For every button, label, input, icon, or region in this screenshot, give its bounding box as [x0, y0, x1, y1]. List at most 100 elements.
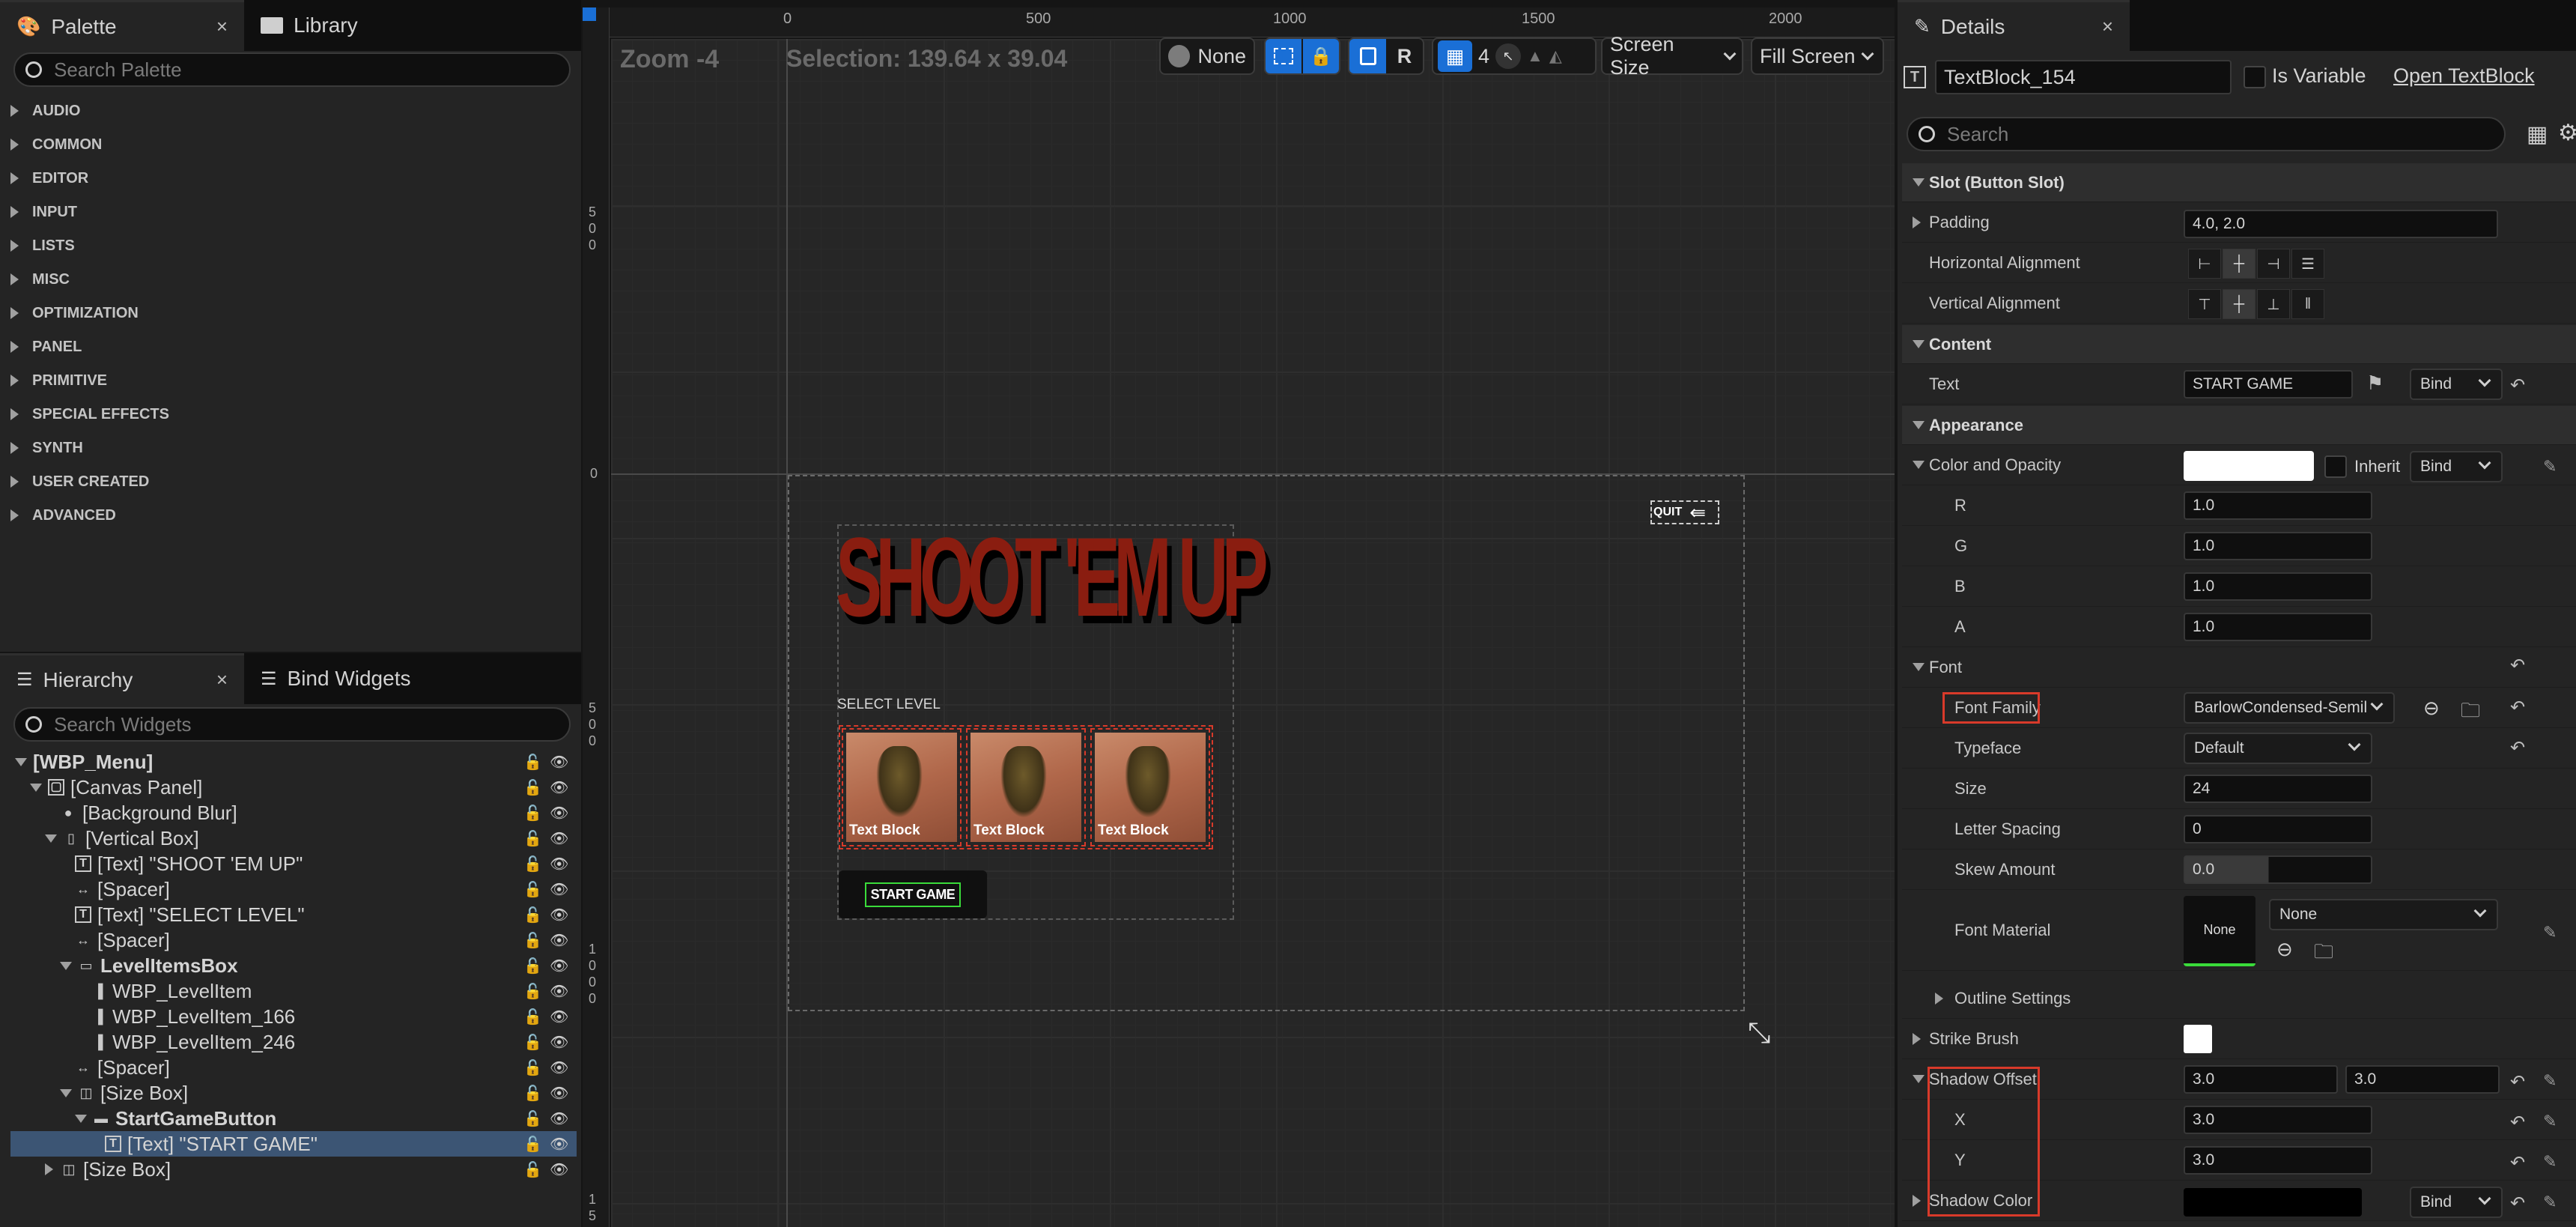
v-align-fill-icon[interactable]: ‖ — [2291, 289, 2324, 319]
row-outline-settings[interactable]: Outline Settings — [1902, 978, 2576, 1019]
revert-icon[interactable]: ↶ — [2510, 1071, 2525, 1093]
hierarchy-row[interactable]: ▐ WBP_LevelItem 🔓 👁 — [10, 978, 577, 1004]
hierarchy-row[interactable]: T [Text] "SHOOT 'EM UP" 🔓 👁 — [10, 851, 577, 876]
inherit-checkbox[interactable] — [2324, 455, 2347, 478]
close-icon[interactable]: × — [216, 668, 228, 691]
g-field[interactable]: 1.0 — [2184, 532, 2372, 560]
hierarchy-row[interactable]: ● [Background Blur] 🔓 👁 — [10, 800, 577, 825]
revert-icon[interactable]: ↶ — [2510, 737, 2525, 759]
expander-icon[interactable] — [45, 834, 57, 843]
expander-icon[interactable] — [60, 961, 72, 970]
pin-icon[interactable]: ✎ — [2543, 1152, 2557, 1172]
unlock-icon[interactable]: 🔓 — [523, 957, 542, 975]
palette-category[interactable]: SYNTH — [10, 433, 83, 463]
mirror-icon[interactable]: ◭ — [1549, 46, 1562, 66]
unlock-icon[interactable]: 🔓 — [523, 1109, 542, 1128]
unlock-icon[interactable]: 🔓 — [523, 1008, 542, 1026]
section-slot[interactable]: Slot (Button Slot) — [1902, 163, 2576, 202]
expander-icon[interactable] — [75, 1114, 87, 1123]
start-game-text[interactable]: START GAME — [864, 882, 962, 907]
h-align-fill-icon[interactable]: ☰ — [2291, 249, 2324, 279]
eye-icon[interactable]: 👁 — [550, 957, 568, 975]
shadow-bind-dropdown[interactable]: Bind — [2410, 1187, 2503, 1218]
widget-name-field[interactable]: TextBlock_154 — [1935, 60, 2232, 94]
v-align-top-icon[interactable]: ⊤ — [2188, 289, 2221, 319]
pin-icon[interactable]: ✎ — [2543, 1112, 2557, 1131]
unlock-icon[interactable]: 🔓 — [523, 931, 542, 950]
revert-icon[interactable]: ↶ — [2510, 1193, 2525, 1214]
unlock-icon[interactable]: 🔓 — [523, 1033, 542, 1052]
tab-bind-widgets[interactable]: ☰ Bind Widgets — [244, 653, 427, 704]
browse-arrow-icon[interactable]: ⊖ — [2423, 697, 2440, 720]
palette-category[interactable]: SPECIAL EFFECTS — [10, 399, 169, 429]
hierarchy-row[interactable]: ▢ [Canvas Panel] 🔓 👁 — [10, 775, 577, 800]
revert-icon[interactable]: ↶ — [2510, 375, 2525, 396]
lock-icon[interactable]: 🔒 — [1303, 39, 1339, 73]
unlock-icon[interactable]: 🔓 — [523, 1135, 542, 1154]
revert-icon[interactable]: ↶ — [2510, 1112, 2525, 1133]
eye-icon[interactable]: 👁 — [550, 1160, 568, 1179]
eye-icon[interactable]: 👁 — [550, 880, 568, 899]
grid-size-value[interactable]: 4 — [1478, 45, 1489, 68]
fill-screen-dropdown[interactable]: Fill Screen — [1751, 37, 1884, 75]
unlock-icon[interactable]: 🔓 — [523, 753, 542, 772]
dotted-select-icon[interactable] — [1266, 39, 1301, 73]
preview-select-level[interactable]: SELECT LEVEL — [837, 697, 941, 713]
eye-icon[interactable]: 👁 — [550, 906, 568, 924]
unlock-icon[interactable]: 🔓 — [523, 1084, 542, 1103]
eye-icon[interactable]: 👁 — [550, 1008, 568, 1026]
level-item-card[interactable]: Text Block — [842, 728, 962, 846]
typeface-dropdown[interactable]: Default — [2184, 733, 2372, 764]
palette-category[interactable]: USER CREATED — [10, 467, 149, 497]
palette-search[interactable] — [13, 52, 571, 87]
world-none-button[interactable]: None — [1159, 37, 1255, 75]
close-icon[interactable]: × — [216, 15, 228, 38]
browse-folder-icon[interactable]: 🗀 — [2461, 697, 2480, 730]
font-material-thumbnail[interactable]: None — [2184, 896, 2255, 966]
strike-brush-swatch[interactable] — [2184, 1025, 2212, 1053]
grid-icon[interactable]: ▦ — [1438, 40, 1472, 72]
r-toggle-button[interactable]: R — [1386, 39, 1423, 73]
table-view-icon[interactable]: ▦ — [2527, 121, 2548, 148]
letter-spacing-field[interactable]: 0 — [2184, 815, 2372, 843]
unlock-icon[interactable]: 🔓 — [523, 906, 542, 924]
hierarchy-row[interactable]: ▐ WBP_LevelItem_246 🔓 👁 — [10, 1029, 577, 1055]
eye-icon[interactable]: 👁 — [550, 1058, 568, 1077]
image-icon[interactable]: ▲ — [1527, 46, 1543, 66]
hierarchy-row[interactable]: T [Text] "SELECT LEVEL" 🔓 👁 — [10, 902, 577, 927]
eye-icon[interactable]: 👁 — [550, 1135, 568, 1154]
size-field[interactable]: 24 — [2184, 775, 2372, 803]
hierarchy-search-input[interactable] — [52, 712, 542, 737]
tab-library[interactable]: Library — [244, 0, 374, 51]
hierarchy-row[interactable]: ▭ LevelItemsBox 🔓 👁 — [10, 953, 577, 978]
eye-icon[interactable]: 👁 — [550, 778, 568, 797]
unlock-icon[interactable]: 🔓 — [523, 829, 542, 848]
eye-icon[interactable]: 👁 — [550, 982, 568, 1001]
r-field[interactable]: 1.0 — [2184, 491, 2372, 520]
browse-folder-icon[interactable]: 🗀 — [2314, 938, 2333, 971]
color-swatch[interactable] — [2184, 451, 2314, 481]
revert-icon[interactable]: ↶ — [2510, 1152, 2525, 1174]
section-content[interactable]: Content — [1902, 325, 2576, 364]
h-align-center-icon[interactable]: ┼ — [2223, 249, 2255, 279]
shadow-y-field[interactable]: 3.0 — [2184, 1146, 2372, 1175]
start-game-button[interactable]: START GAME — [839, 870, 987, 918]
palette-category[interactable]: LISTS — [10, 231, 75, 261]
hierarchy-row[interactable]: ◫ [Size Box] 🔓 👁 — [10, 1080, 577, 1106]
eye-icon[interactable]: 👁 — [550, 931, 568, 950]
level-item-card[interactable]: Text Block — [966, 728, 1086, 846]
pin-icon[interactable]: ✎ — [2543, 1193, 2557, 1212]
text-field[interactable]: START GAME — [2184, 370, 2353, 399]
font-family-dropdown[interactable]: BarlowCondensed-Semil — [2184, 692, 2395, 724]
h-align-right-icon[interactable]: ⊣ — [2257, 249, 2290, 279]
is-variable-checkbox[interactable] — [2244, 66, 2266, 88]
layout-icon[interactable] — [1349, 39, 1386, 73]
hierarchy-row[interactable]: ↔ [Spacer] 🔓 👁 — [10, 927, 577, 953]
row-strike-brush[interactable]: Strike Brush — [1902, 1019, 2576, 1059]
pin-icon[interactable]: ✎ — [2543, 1071, 2557, 1091]
unlock-icon[interactable]: 🔓 — [523, 982, 542, 1001]
eye-icon[interactable]: 👁 — [550, 804, 568, 822]
expander-icon[interactable] — [15, 757, 27, 766]
font-material-dropdown[interactable]: None — [2269, 899, 2498, 930]
text-bind-dropdown[interactable]: Bind — [2410, 369, 2503, 400]
